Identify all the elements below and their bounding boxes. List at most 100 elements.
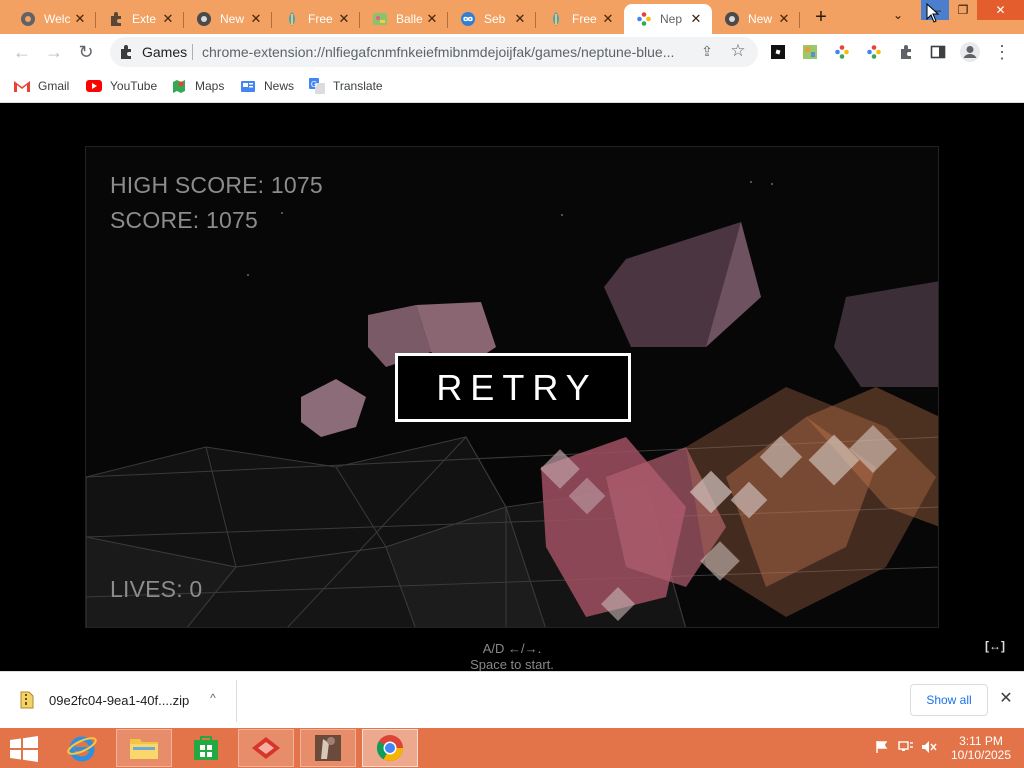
maximize-button[interactable]: ❐ bbox=[949, 0, 977, 20]
tab-new-tab[interactable]: New ✕ bbox=[184, 4, 272, 34]
infinity-icon bbox=[460, 11, 476, 27]
tab-title: New bbox=[220, 12, 245, 26]
map-extension-icon[interactable] bbox=[800, 42, 820, 62]
system-clock[interactable]: 3:11 PM 10/10/2025 bbox=[945, 734, 1017, 762]
game-thumb-icon bbox=[372, 11, 388, 27]
tab-new-tab-2[interactable]: New ✕ bbox=[712, 4, 800, 34]
dots-icon bbox=[636, 11, 652, 27]
download-file-name[interactable]: 09e2fc04-9ea1-40f....zip bbox=[49, 693, 189, 708]
network-icon[interactable] bbox=[898, 740, 914, 756]
tab-close-icon[interactable]: ✕ bbox=[424, 11, 440, 27]
bookmark-youtube[interactable]: YouTube bbox=[86, 76, 157, 96]
download-divider bbox=[236, 680, 237, 722]
tab-close-icon[interactable]: ✕ bbox=[688, 11, 704, 27]
red-app-icon bbox=[252, 737, 280, 759]
maps-icon bbox=[171, 78, 187, 94]
fullscreen-toggle[interactable]: [↔] bbox=[985, 639, 1005, 653]
screen: Welc ✕ Exte ✕ New ✕ Free ✕ Balle ✕ Seb ✕… bbox=[0, 0, 1024, 768]
tab-search-button[interactable]: ⌄ bbox=[886, 8, 910, 28]
taskbar-chrome[interactable] bbox=[362, 729, 418, 767]
tab-ballet[interactable]: Balle ✕ bbox=[360, 4, 448, 34]
leaf-icon bbox=[548, 11, 564, 27]
tab-free-2[interactable]: Free ✕ bbox=[536, 4, 624, 34]
bookmark-maps[interactable]: Maps bbox=[171, 76, 224, 96]
leaf-icon bbox=[284, 11, 300, 27]
instructions-controls: A/D ←/→. bbox=[482, 641, 542, 656]
volume-muted-icon[interactable] bbox=[921, 740, 937, 756]
zip-file-icon bbox=[20, 691, 34, 709]
site-chip[interactable]: Games bbox=[142, 44, 187, 60]
reload-button[interactable]: ↻ bbox=[74, 40, 98, 64]
bookmark-translate[interactable]: G Translate bbox=[309, 76, 383, 96]
share-icon[interactable]: ⇪ bbox=[698, 43, 716, 61]
tab-close-icon[interactable]: ✕ bbox=[248, 11, 264, 27]
url-text[interactable]: chrome-extension://nlfiegafcnmfnkeiefmib… bbox=[202, 44, 686, 60]
show-all-button[interactable]: Show all bbox=[910, 684, 988, 716]
tab-close-icon[interactable]: ✕ bbox=[72, 11, 88, 27]
windows-taskbar: 3:11 PM 10/10/2025 bbox=[0, 728, 1024, 768]
dots-extension-icon-2[interactable] bbox=[864, 42, 884, 62]
forward-button[interactable]: → bbox=[42, 40, 66, 64]
score-label: SCORE: 1075 bbox=[110, 207, 258, 233]
dots-extension-icon[interactable] bbox=[832, 42, 852, 62]
address-divider bbox=[192, 44, 193, 60]
chrome-menu-icon[interactable]: ⋮ bbox=[990, 40, 1014, 64]
gmail-icon bbox=[14, 78, 30, 94]
game-instructions: A/D ←/→. Space to start. bbox=[0, 641, 1024, 673]
tab-title: Exte bbox=[132, 12, 157, 26]
tab-close-icon[interactable]: ✕ bbox=[160, 11, 176, 27]
high-score-label: HIGH SCORE: 1075 bbox=[110, 172, 323, 198]
news-icon bbox=[240, 78, 256, 94]
mouse-cursor-icon bbox=[926, 3, 940, 23]
extension-icon bbox=[118, 44, 134, 60]
back-button[interactable]: ← bbox=[10, 40, 34, 64]
address-bar[interactable]: Games chrome-extension://nlfiegafcnmfnke… bbox=[110, 37, 758, 67]
tab-title: Welc bbox=[44, 12, 70, 26]
puzzle-icon bbox=[108, 11, 124, 27]
taskbar-store[interactable] bbox=[178, 729, 234, 767]
taskbar-photo-app[interactable] bbox=[300, 729, 356, 767]
download-options-chevron-icon[interactable]: ^ bbox=[205, 691, 221, 705]
close-shelf-icon[interactable]: ✕ bbox=[997, 690, 1015, 708]
tab-seb[interactable]: Seb ✕ bbox=[448, 4, 536, 34]
tab-close-icon[interactable]: ✕ bbox=[776, 11, 792, 27]
bookmark-gmail[interactable]: Gmail bbox=[14, 76, 69, 96]
bookmark-news[interactable]: News bbox=[240, 76, 294, 96]
extensions-puzzle-icon[interactable] bbox=[896, 42, 916, 62]
tab-extensions[interactable]: Exte ✕ bbox=[96, 4, 184, 34]
tab-title: Nep bbox=[660, 12, 683, 26]
bookmark-label: Maps bbox=[195, 79, 225, 93]
clock-date: 10/10/2025 bbox=[950, 748, 1012, 762]
new-tab-button[interactable]: + bbox=[809, 6, 833, 30]
svg-text:G: G bbox=[311, 80, 317, 89]
tab-separator bbox=[799, 12, 800, 28]
tab-free-1[interactable]: Free ✕ bbox=[272, 4, 360, 34]
profile-avatar-icon[interactable] bbox=[958, 40, 982, 64]
tab-welcome[interactable]: Welc ✕ bbox=[8, 4, 96, 34]
tab-strip: Welc ✕ Exte ✕ New ✕ Free ✕ Balle ✕ Seb ✕… bbox=[0, 0, 1024, 34]
browser-toolbar: ← → ↻ Games chrome-extension://nlfiegafc… bbox=[0, 34, 1024, 70]
taskbar-app-red[interactable] bbox=[238, 729, 294, 767]
roblox-extension-icon[interactable] bbox=[768, 42, 788, 62]
chrome-icon bbox=[196, 11, 212, 27]
taskbar-file-explorer[interactable] bbox=[116, 729, 172, 767]
close-window-button[interactable]: ✕ bbox=[977, 0, 1024, 20]
bookmark-label: Gmail bbox=[38, 79, 70, 93]
lives-label: LIVES: 0 bbox=[110, 576, 203, 602]
tab-close-icon[interactable]: ✕ bbox=[600, 11, 616, 27]
tab-close-icon[interactable]: ✕ bbox=[512, 11, 528, 27]
taskbar-ie[interactable] bbox=[54, 729, 110, 767]
bookmark-star-icon[interactable]: ☆ bbox=[728, 41, 748, 61]
tab-close-icon[interactable]: ✕ bbox=[336, 11, 352, 27]
tab-neptune-active[interactable]: Nep ✕ bbox=[624, 4, 712, 34]
windows-start-icon[interactable] bbox=[8, 736, 40, 762]
game-canvas[interactable]: HIGH SCORE: 1075 SCORE: 1075 LIVES: 0 RE… bbox=[85, 146, 939, 628]
tab-title: Seb bbox=[484, 12, 506, 26]
globe-icon bbox=[20, 11, 36, 27]
side-panel-icon[interactable] bbox=[928, 42, 948, 62]
download-shelf: 09e2fc04-9ea1-40f....zip ^ Show all ✕ bbox=[0, 671, 1024, 728]
action-center-flag-icon[interactable] bbox=[874, 740, 890, 756]
bookmark-label: Translate bbox=[333, 79, 383, 93]
tab-title: Free bbox=[308, 12, 333, 26]
retry-button[interactable]: RETRY bbox=[395, 353, 631, 422]
